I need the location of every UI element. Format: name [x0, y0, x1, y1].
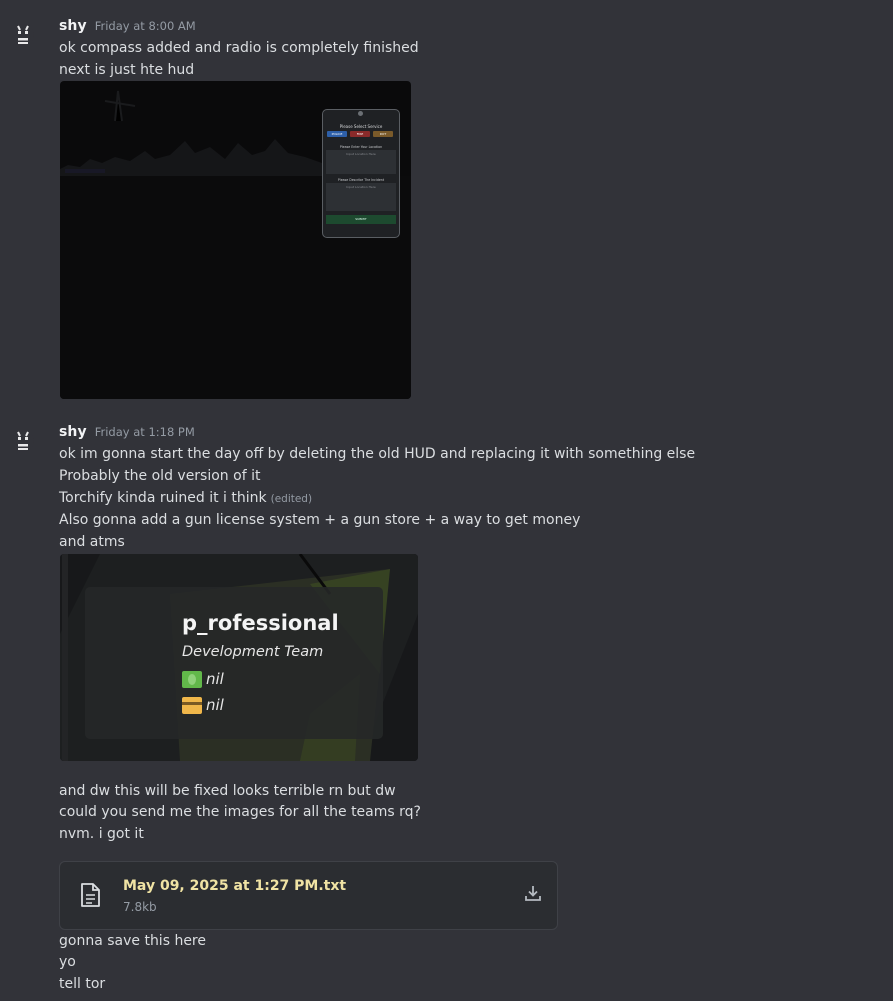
- file-size: 7.8kb: [123, 900, 157, 914]
- message-line: nvm. i got it: [59, 826, 144, 842]
- message-line: could you send me the images for all the…: [59, 804, 421, 820]
- fire-button: FIRE: [350, 131, 370, 137]
- message-line: and atms: [59, 534, 125, 550]
- message-line: gonna save this here: [59, 933, 206, 949]
- location-label: Please Enter Your Location: [339, 145, 383, 149]
- emergency-phone-ui: Please Select Service POLICE FIRE DOT Pl…: [322, 109, 400, 238]
- cash-row: nil: [182, 670, 224, 688]
- hud-panel: [85, 587, 383, 739]
- message-line: Probably the old version of it: [59, 468, 261, 484]
- message-header: shy Friday at 8:00 AM: [59, 18, 196, 36]
- avatar-icon: [12, 430, 34, 452]
- avatar[interactable]: [12, 427, 34, 452]
- incident-box: Input Location Here: [326, 183, 396, 211]
- hud-brand: p_rofessional: [182, 611, 339, 635]
- file-attachment[interactable]: May 09, 2025 at 1:27 PM.txt 7.8kb: [59, 861, 558, 930]
- incident-label: Please Describe The Incident: [337, 178, 385, 182]
- incident-placeholder: Input Location Here: [346, 185, 376, 189]
- message-line: Torchify kinda ruined it i think (edited): [59, 488, 312, 509]
- message-timestamp: Friday at 8:00 AM: [94, 19, 196, 33]
- author-name[interactable]: shy: [59, 424, 87, 440]
- file-icon: [81, 883, 100, 907]
- image-attachment[interactable]: p_rofessional Development Team nil nil: [60, 554, 418, 761]
- avatar-icon: [12, 24, 34, 46]
- message-timestamp: Friday at 1:18 PM: [94, 425, 195, 439]
- cash-value: nil: [206, 670, 224, 688]
- location-placeholder: Input Location Here: [346, 152, 376, 156]
- submit-button: SUBMIT: [326, 215, 396, 224]
- phone-title: Please Select Service: [339, 124, 383, 129]
- location-box: Input Location Here: [326, 150, 396, 174]
- message-feed: shy Friday at 8:00 AM ok compass added a…: [0, 0, 893, 1001]
- camera-icon: [358, 111, 363, 116]
- message-line: ok im gonna start the day off by deletin…: [59, 446, 696, 462]
- message-line: ok compass added and radio is completely…: [59, 40, 419, 56]
- author-name[interactable]: shy: [59, 18, 87, 34]
- message-line: next is just hte hud: [59, 62, 195, 78]
- message-header: shy Friday at 1:18 PM: [59, 424, 195, 442]
- message-line: and dw this will be fixed looks terrible…: [59, 783, 396, 799]
- police-button: POLICE: [327, 131, 347, 137]
- message-line: tell tor: [59, 976, 106, 992]
- avatar[interactable]: [12, 21, 34, 46]
- message-text: Torchify kinda ruined it i think: [59, 490, 267, 506]
- bank-row: nil: [182, 696, 224, 714]
- file-name[interactable]: May 09, 2025 at 1:27 PM.txt: [123, 878, 346, 894]
- message-line: yo: [59, 954, 76, 970]
- download-icon[interactable]: [524, 884, 542, 902]
- bank-value: nil: [206, 696, 224, 714]
- message-line: Also gonna add a gun license system + a …: [59, 512, 581, 528]
- hud-team: Development Team: [182, 644, 324, 660]
- card-emoji-icon: [182, 696, 202, 714]
- edited-tag: (edited): [270, 493, 313, 505]
- dot-button: DOT: [373, 131, 393, 137]
- cash-emoji-icon: [182, 670, 202, 688]
- image-attachment[interactable]: Please Select Service POLICE FIRE DOT Pl…: [60, 81, 411, 399]
